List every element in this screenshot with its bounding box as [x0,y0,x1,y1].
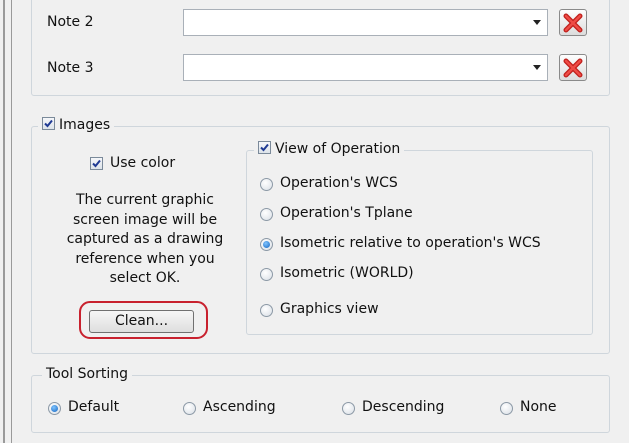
chevron-down-icon [533,65,541,70]
radio-label-sort-ascending: Ascending [203,399,276,415]
radio-sort-ascending[interactable] [183,402,196,415]
radio-sort-none[interactable] [500,402,513,415]
note-2-label: Note 2 [47,14,94,30]
checkmark-icon [92,159,101,168]
radio-label-sort-descending: Descending [362,399,445,415]
radio-sort-default[interactable] [48,402,61,415]
radio-label-isometric-world: Isometric (WORLD) [280,265,414,281]
radio-label-sort-default: Default [68,399,120,415]
view-of-operation-title: View of Operation [254,141,405,157]
use-color-label: Use color [110,155,176,171]
radio-sort-descending[interactable] [342,402,355,415]
use-color-checkbox[interactable] [90,157,103,170]
checkmark-icon [260,143,269,152]
images-label: Images [59,117,111,133]
radio-operations-tplane[interactable] [260,208,273,221]
radio-isometric-world[interactable] [260,268,273,281]
chevron-down-icon [533,20,541,25]
note-3-label: Note 3 [47,60,94,76]
clean-button[interactable]: Clean... [89,310,194,333]
delete-x-icon [563,58,583,78]
tool-sorting-title: Tool Sorting [42,366,132,382]
radio-label-operations-tplane: Operation's Tplane [280,205,413,221]
note-3-dropdown[interactable] [183,54,548,81]
radio-label-operations-wcs: Operation's WCS [280,175,398,191]
note-2-dropdown[interactable] [183,9,548,36]
radio-label-isometric-relative: Isometric relative to operation's WCS [280,235,541,251]
delete-x-icon [563,13,583,33]
window-left-edge [0,0,20,443]
radio-graphics-view[interactable] [260,304,273,317]
note-2-delete-button[interactable] [559,9,587,36]
radio-label-graphics-view: Graphics view [280,301,379,317]
checkmark-icon [44,119,53,128]
capture-description: The current graphic screen image will be… [66,192,224,286]
radio-operations-wcs[interactable] [260,178,273,191]
view-of-operation-label: View of Operation [275,141,401,157]
images-checkbox[interactable] [42,117,55,130]
radio-label-sort-none: None [520,399,557,415]
images-group-title: Images [38,117,115,133]
radio-isometric-relative[interactable] [260,238,273,251]
note-3-delete-button[interactable] [559,54,587,81]
view-of-operation-checkbox[interactable] [258,141,271,154]
